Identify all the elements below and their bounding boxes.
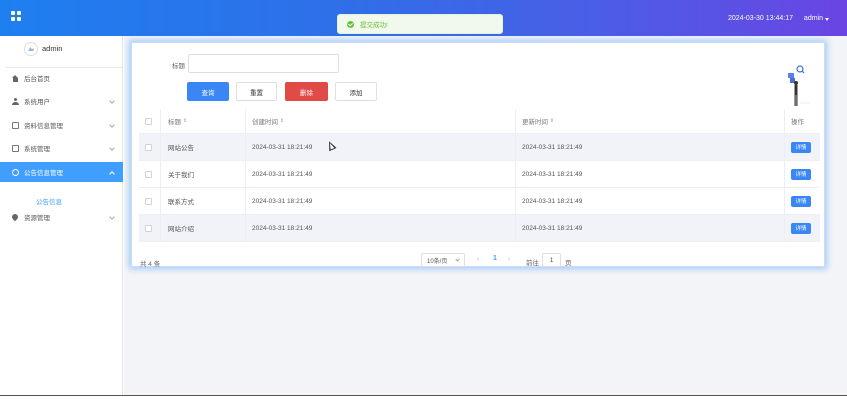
column-divider: [515, 109, 516, 241]
title-filter-input[interactable]: [188, 54, 339, 73]
column-header-updated[interactable]: 更新时间 ⇕: [522, 109, 554, 133]
next-page-icon[interactable]: ›: [508, 256, 510, 263]
folder-icon: [12, 121, 19, 129]
title-filter-label: 标题: [172, 63, 185, 70]
pagination-total: 共 4 条: [140, 261, 161, 268]
sidebar-item-system-management[interactable]: 系统管理: [0, 138, 123, 158]
row-created: 2024-03-31 18:21:49: [252, 170, 313, 178]
table-row: 网站公告 2024-03-31 18:21:49 2024-03-31 18:2…: [139, 134, 820, 161]
row-checkbox[interactable]: [145, 197, 152, 205]
sidebar: admin 后台首页 系统用户 资料信息管理 系统管理 公告信息管理 公告信息 …: [0, 36, 123, 395]
detail-button[interactable]: 详情: [791, 195, 811, 207]
goto-label: 前往: [526, 260, 539, 267]
add-button[interactable]: 添加: [335, 82, 377, 101]
page-size-select[interactable]: 10条/页: [421, 253, 465, 267]
query-button[interactable]: 查询: [187, 82, 229, 101]
user-icon: [12, 97, 19, 105]
column-header-created[interactable]: 创建时间 ⇕: [252, 109, 284, 133]
apps-grid-icon[interactable]: [11, 11, 21, 21]
sidebar-item-data-management[interactable]: 资料信息管理: [0, 115, 123, 135]
column-divider: [160, 109, 161, 241]
row-updated: 2024-03-31 18:21:49: [522, 197, 583, 205]
location-icon: [12, 214, 18, 221]
sidebar-item-label: 后台首页: [24, 76, 50, 83]
prev-page-icon[interactable]: ‹: [477, 256, 479, 263]
row-checkbox[interactable]: [145, 170, 152, 178]
chevron-down-icon: [455, 257, 460, 262]
sidebar-item-resource-management[interactable]: 资源管理: [0, 207, 123, 227]
toast-message: 提交成功!: [360, 22, 388, 29]
table-row: 关于我们 2024-03-31 18:21:49 2024-03-31 18:2…: [139, 161, 820, 188]
main-content: 标题 查询 重置 删除 添加 标题 ⇕ 创建时间 ⇕ 更新时间 ⇕ 操作 网站公…: [124, 36, 847, 395]
sort-icon: ⇕: [280, 118, 285, 124]
sidebar-item-label: 系统用户: [24, 99, 50, 106]
row-title: 关于我们: [168, 172, 194, 179]
column-divider: [245, 109, 246, 241]
sidebar-item-home[interactable]: 后台首页: [0, 68, 123, 88]
chevron-up-icon: [109, 171, 115, 177]
row-created: 2024-03-31 18:21:49: [252, 143, 313, 151]
current-datetime: 2024-03-30 13:44:17: [728, 15, 793, 22]
sidebar-item-label: 公告信息管理: [24, 170, 63, 177]
row-created: 2024-03-31 18:21:49: [252, 224, 313, 232]
sort-icon: ⇕: [550, 118, 555, 124]
avatar: [24, 42, 38, 56]
info-icon: [12, 168, 19, 176]
sidebar-item-label: 资源管理: [24, 215, 50, 222]
chevron-down-icon[interactable]: [825, 18, 829, 21]
column-header-title[interactable]: 标题 ⇕: [168, 109, 187, 133]
chevron-down-icon: [109, 98, 115, 104]
user-menu[interactable]: admin: [804, 15, 823, 22]
success-check-icon: [347, 20, 354, 28]
chevron-down-icon: [109, 145, 115, 151]
current-page[interactable]: 1: [493, 255, 497, 262]
column-header-actions: 操作: [791, 119, 804, 126]
sidebar-item-announcement-management[interactable]: 公告信息管理: [0, 162, 123, 182]
sidebar-item-system-users[interactable]: 系统用户: [0, 91, 123, 111]
profile: admin: [0, 36, 123, 70]
goto-page-input[interactable]: 1: [542, 253, 561, 267]
table-header-row: 标题 ⇕ 创建时间 ⇕ 更新时间 ⇕ 操作: [139, 109, 820, 134]
goto-suffix: 页: [565, 260, 572, 267]
profile-name: admin: [42, 44, 63, 53]
row-updated: 2024-03-31 18:21:49: [522, 143, 583, 151]
sidebar-item-label: 资料信息管理: [24, 123, 63, 130]
row-checkbox[interactable]: [145, 224, 152, 232]
row-checkbox[interactable]: [145, 143, 152, 151]
select-all-checkbox[interactable]: [145, 117, 152, 125]
row-updated: 2024-03-31 18:21:49: [522, 170, 583, 178]
row-created: 2024-03-31 18:21:49: [252, 197, 313, 205]
detail-button[interactable]: 详情: [791, 222, 811, 234]
row-title: 联系方式: [168, 199, 194, 206]
sort-icon: ⇕: [183, 118, 188, 124]
sidebar-item-label: 系统管理: [24, 146, 50, 153]
reset-button[interactable]: 重置: [236, 82, 277, 101]
top-bar: 提交成功! 2024-03-30 13:44:17 admin: [0, 0, 847, 36]
content-card: 标题 查询 重置 删除 添加 标题 ⇕ 创建时间 ⇕ 更新时间 ⇕ 操作 网站公…: [131, 42, 825, 268]
page-size-value: 10条/页: [427, 258, 448, 265]
delete-button[interactable]: 删除: [285, 82, 328, 101]
bottom-border: [0, 395, 847, 396]
detail-button[interactable]: 详情: [791, 168, 811, 180]
table-row: 网站介绍 2024-03-31 18:21:49 2024-03-31 18:2…: [139, 215, 820, 242]
chevron-down-icon: [109, 214, 115, 220]
row-updated: 2024-03-31 18:21:49: [522, 224, 583, 232]
success-toast: 提交成功!: [337, 14, 503, 34]
table-row: 联系方式 2024-03-31 18:21:49 2024-03-31 18:2…: [139, 188, 820, 215]
row-title: 网站介绍: [168, 226, 194, 233]
column-divider: [784, 109, 785, 241]
row-title: 网站公告: [168, 145, 194, 152]
detail-button[interactable]: 详情: [791, 141, 811, 153]
home-icon: [12, 74, 19, 82]
chevron-down-icon: [109, 122, 115, 128]
search-illustration-icon: [788, 65, 810, 106]
settings-icon: [12, 144, 19, 152]
